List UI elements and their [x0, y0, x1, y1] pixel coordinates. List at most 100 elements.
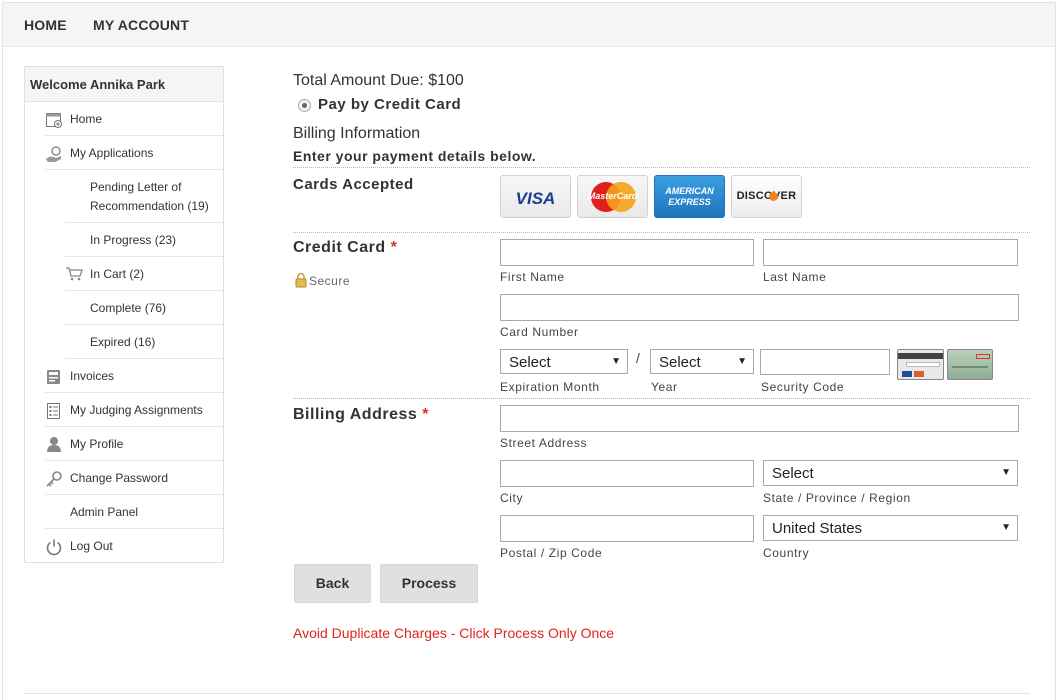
divider: [293, 232, 1030, 233]
payment-instructions: Enter your payment details below.: [293, 148, 537, 164]
discover-logo: DISCOVER: [731, 175, 802, 218]
postal-code-input[interactable]: [500, 515, 754, 542]
sidebar-item-in-cart[interactable]: In Cart (2): [65, 257, 223, 291]
sidebar-item-home[interactable]: Home: [45, 102, 223, 136]
card-digits: [952, 366, 988, 368]
sidebar-item-label: Complete (76): [90, 301, 167, 315]
sidebar-item-my-applications[interactable]: My Applications: [45, 136, 223, 170]
magstripe: [898, 353, 943, 359]
pay-by-credit-card-radio[interactable]: [298, 99, 311, 112]
expiration-month-value: Select: [509, 354, 551, 371]
mastercard-logo: MasterCard: [577, 175, 648, 218]
country-caption: Country: [763, 546, 810, 560]
process-button[interactable]: Process: [380, 564, 478, 603]
divider: [293, 167, 1030, 168]
last-name-input[interactable]: [763, 239, 1018, 266]
home-icon: [45, 111, 63, 129]
secure-label: Secure: [309, 274, 351, 288]
nav-home[interactable]: HOME: [24, 17, 67, 33]
sidebar-item-pending-letters[interactable]: Pending Letter of Recommendation (19): [65, 170, 223, 223]
mini-mc: [914, 371, 924, 377]
first-name-input[interactable]: [500, 239, 754, 266]
sidebar-item-label: My Profile: [70, 437, 124, 451]
discover-text: DISCOVER: [736, 190, 797, 202]
card-front-cvv-icon: [947, 349, 993, 380]
chevron-down-icon: ▼: [737, 356, 747, 367]
cards-accepted-label: Cards Accepted: [293, 176, 414, 193]
state-caption: State / Province / Region: [763, 491, 911, 505]
sidebar-item-my-profile[interactable]: My Profile: [45, 427, 223, 461]
mastercard-text: MasterCard: [587, 191, 638, 201]
radio-dot: [302, 103, 307, 108]
sidebar-item-in-progress[interactable]: In Progress (23): [65, 223, 223, 257]
billing-information-heading: Billing Information: [293, 125, 421, 142]
sidebar-item-label: Log Out: [70, 539, 113, 553]
card-number-caption: Card Number: [500, 325, 579, 339]
top-nav: HOME MY ACCOUNT: [3, 3, 1055, 47]
chevron-down-icon: ▼: [611, 356, 621, 367]
profile-icon: [45, 435, 63, 453]
date-slash: /: [636, 350, 640, 366]
street-address-caption: Street Address: [500, 436, 588, 450]
expiration-year-value: Select: [659, 354, 701, 371]
power-icon: [45, 538, 63, 556]
cvv-box: [976, 354, 990, 359]
sidebar-welcome: Welcome Annika Park: [25, 67, 223, 102]
country-value: United States: [772, 520, 863, 537]
sidebar-item-expired[interactable]: Expired (16): [65, 325, 223, 359]
first-name-caption: First Name: [500, 270, 565, 284]
expiration-month-caption: Expiration Month: [500, 380, 600, 394]
total-amount-due: Total Amount Due: $100: [293, 72, 464, 89]
pay-method-label: Pay by Credit Card: [318, 96, 462, 113]
lock-icon: [295, 272, 307, 288]
sidebar-item-label: Home: [70, 112, 103, 126]
chevron-down-icon: ▼: [1001, 467, 1011, 478]
key-icon: [45, 470, 63, 488]
state-select[interactable]: Select ▼: [763, 460, 1018, 486]
divider: [293, 398, 1030, 399]
cart-icon: [65, 265, 83, 283]
sidebar-item-complete[interactable]: Complete (76): [65, 291, 223, 325]
security-code-input[interactable]: [760, 349, 890, 375]
sidebar: Welcome Annika Park Home My Applications…: [24, 66, 224, 563]
credit-card-label: Credit Card *: [293, 239, 398, 256]
security-code-caption: Security Code: [761, 380, 845, 394]
sidebar-item-label: In Progress (23): [90, 233, 177, 247]
sidebar-item-admin-panel[interactable]: Admin Panel: [45, 495, 223, 529]
state-value: Select: [772, 465, 814, 482]
year-caption: Year: [651, 380, 678, 394]
sidebar-item-label: Change Password: [70, 471, 169, 485]
amex-text: AMERICAN EXPRESS: [665, 186, 714, 207]
signature-strip: [906, 362, 940, 367]
visa-text: VISA: [515, 189, 556, 208]
expiration-month-select[interactable]: Select ▼: [500, 349, 628, 374]
duplicate-charge-warning: Avoid Duplicate Charges - Click Process …: [293, 625, 615, 641]
sidebar-item-invoices[interactable]: Invoices: [45, 359, 223, 393]
sidebar-item-log-out[interactable]: Log Out: [45, 529, 223, 563]
back-button[interactable]: Back: [294, 564, 371, 603]
visa-card-logo: VISA: [500, 175, 571, 218]
sidebar-item-label: My Applications: [70, 146, 154, 160]
nav-my-account[interactable]: MY ACCOUNT: [93, 17, 189, 33]
sidebar-item-label: Invoices: [70, 369, 115, 383]
applications-icon: [45, 145, 63, 163]
sidebar-item-label: Expired (16): [90, 335, 156, 349]
chevron-down-icon: ▼: [1001, 522, 1011, 533]
card-number-input[interactable]: [500, 294, 1019, 321]
sidebar-item-label: In Cart (2): [90, 267, 145, 281]
country-select[interactable]: United States ▼: [763, 515, 1018, 541]
city-input[interactable]: [500, 460, 754, 487]
sidebar-item-label: Pending Letter of Recommendation (19): [90, 180, 209, 213]
mini-visa: [902, 371, 912, 377]
sidebar-item-label: My Judging Assignments: [70, 403, 203, 417]
judging-icon: [45, 402, 63, 420]
card-back-cvv-icon: [897, 349, 944, 380]
discover-dot: [769, 192, 778, 201]
last-name-caption: Last Name: [763, 270, 827, 284]
street-address-input[interactable]: [500, 405, 1019, 432]
postal-code-caption: Postal / Zip Code: [500, 546, 603, 560]
sidebar-item-judging-assignments[interactable]: My Judging Assignments: [45, 393, 223, 427]
expiration-year-select[interactable]: Select ▼: [650, 349, 754, 374]
city-caption: City: [500, 491, 524, 505]
sidebar-item-change-password[interactable]: Change Password: [45, 461, 223, 495]
